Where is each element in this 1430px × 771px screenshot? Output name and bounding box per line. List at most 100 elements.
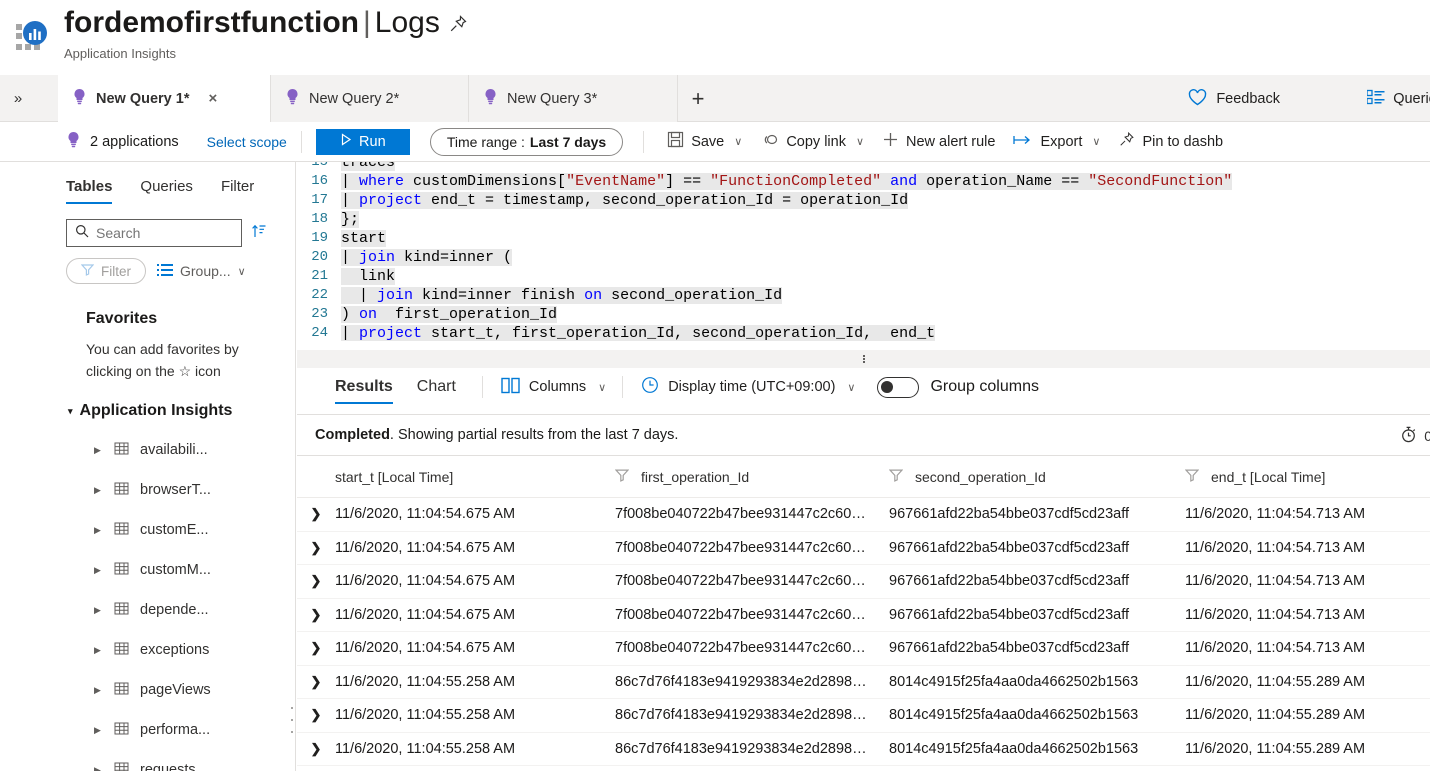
time-range-picker[interactable]: Time range : Last 7 days bbox=[429, 127, 624, 156]
editor-results-splitter[interactable] bbox=[297, 350, 1430, 368]
table-row[interactable]: ❯ 11/6/2020, 11:04:54.675 AM 7f008be0407… bbox=[297, 599, 1430, 632]
cell-end-t: 11/6/2020, 11:04:54.713 AM bbox=[1185, 506, 1366, 523]
chevron-right-icon: ▶ bbox=[94, 764, 101, 771]
new-alert-rule-button[interactable]: New alert rule bbox=[873, 126, 1004, 158]
column-header-label: first_operation_Id bbox=[641, 468, 750, 485]
row-expand-icon[interactable]: ❯ bbox=[297, 506, 335, 522]
cell-second-operation-id: 8014c4915f25fa4aa0da4662502b1563 bbox=[889, 673, 1139, 690]
chevron-right-icon: ▶ bbox=[94, 484, 101, 495]
table-item-requests[interactable]: ▶ requests bbox=[0, 750, 295, 771]
table-row[interactable]: ❯ 11/6/2020, 11:04:55.258 AM 86c7d76f418… bbox=[297, 733, 1430, 766]
column-header-start-t[interactable]: start_t [Local Time] bbox=[335, 469, 615, 485]
query-duration: 0 bbox=[1400, 415, 1430, 457]
cell-first-operation-id: 7f008be040722b47bee931447c2c60… bbox=[615, 539, 866, 556]
row-expand-icon[interactable]: ❯ bbox=[297, 674, 335, 690]
group-columns-control[interactable]: Group columns bbox=[877, 376, 1039, 398]
table-item-custommetrics[interactable]: ▶ customM... bbox=[0, 550, 295, 590]
query-tab-1-close-icon[interactable]: × bbox=[209, 90, 218, 107]
sidebar-tab-queries[interactable]: Queries bbox=[140, 178, 193, 204]
row-expand-icon[interactable]: ❯ bbox=[297, 707, 335, 723]
sidebar-resize-handle[interactable] bbox=[289, 707, 295, 733]
column-header-end-t[interactable]: end_t [Local Time] bbox=[1184, 468, 1425, 485]
table-row[interactable]: ❯ 11/6/2020, 11:04:54.675 AM 7f008be0407… bbox=[297, 532, 1430, 565]
triangle-down-icon: ▾ bbox=[68, 405, 73, 416]
table-row[interactable]: ❯ 11/6/2020, 11:04:54.675 AM 7f008be0407… bbox=[297, 632, 1430, 666]
row-expand-icon[interactable]: ❯ bbox=[297, 573, 335, 589]
pin-to-dashboard-button[interactable]: Pin to dashb bbox=[1109, 126, 1232, 158]
query-tab-2[interactable]: New Query 2* bbox=[271, 75, 469, 122]
chevron-right-icon: ▶ bbox=[94, 604, 101, 615]
scope-selector[interactable]: 2 applications bbox=[66, 131, 179, 152]
search-box[interactable] bbox=[66, 219, 242, 247]
sidebar-tabs: Tables Queries Filter bbox=[0, 162, 295, 204]
export-button[interactable]: Export ∨ bbox=[1004, 126, 1109, 158]
sidebar-tab-filter[interactable]: Filter bbox=[221, 178, 254, 204]
sidebar-tab-tables[interactable]: Tables bbox=[66, 178, 113, 204]
save-button[interactable]: Save ∨ bbox=[658, 126, 751, 158]
table-item-availability[interactable]: ▶ availabili... bbox=[0, 430, 295, 470]
run-button[interactable]: Run bbox=[315, 128, 410, 155]
row-expand-icon[interactable]: ❯ bbox=[297, 540, 335, 556]
code-line-15: 15 traces bbox=[297, 162, 1430, 172]
queries-button[interactable]: Queries bbox=[1366, 87, 1430, 111]
funnel-icon bbox=[80, 263, 95, 279]
save-label: Save bbox=[691, 133, 725, 150]
funnel-icon[interactable] bbox=[614, 468, 630, 485]
group-columns-toggle[interactable] bbox=[877, 376, 920, 398]
display-time-button[interactable]: Display time (UTC+09:00) ∨ bbox=[641, 376, 855, 398]
feedback-label: Feedback bbox=[1216, 91, 1280, 107]
add-query-tab-button[interactable]: + bbox=[678, 75, 718, 122]
cell-second-operation-id: 967661afd22ba54bbe037cdf5cd23aff bbox=[889, 506, 1130, 523]
table-item-performancecounters[interactable]: ▶ performa... bbox=[0, 710, 295, 750]
cell-start-t: 11/6/2020, 11:04:54.675 AM bbox=[335, 573, 516, 590]
column-header-first-operation-id[interactable]: first_operation_Id bbox=[614, 468, 889, 485]
plus-icon bbox=[882, 131, 899, 152]
table-item-pageviews[interactable]: ▶ pageViews bbox=[0, 670, 295, 710]
double-chevron-right-icon[interactable]: » bbox=[8, 89, 28, 109]
columns-label: Columns bbox=[528, 379, 587, 395]
table-row[interactable]: ❯ 11/6/2020, 11:04:54.675 AM 7f008be0407… bbox=[297, 498, 1430, 532]
group-by-button[interactable]: Group... ∨ bbox=[157, 263, 246, 280]
table-row[interactable]: ❯ 11/6/2020, 11:04:55.258 AM 86c7d76f418… bbox=[297, 699, 1430, 733]
table-row[interactable]: ❯ 11/6/2020, 11:04:54.675 AM 7f008be0407… bbox=[297, 565, 1430, 599]
pin-icon[interactable] bbox=[448, 14, 468, 39]
funnel-icon[interactable] bbox=[888, 468, 904, 485]
status-state: Completed bbox=[315, 427, 390, 443]
line-number: 21 bbox=[311, 268, 328, 284]
editor-horizontal-scrollbar[interactable] bbox=[297, 341, 1430, 350]
sort-icon[interactable] bbox=[251, 223, 267, 244]
copy-link-button[interactable]: Copy link ∨ bbox=[751, 126, 873, 158]
toggle-knob bbox=[881, 380, 894, 393]
search-icon bbox=[75, 224, 89, 243]
table-item-exceptions[interactable]: ▶ exceptions bbox=[0, 630, 295, 670]
tab-results[interactable]: Results bbox=[335, 378, 393, 404]
select-scope-link[interactable]: Select scope bbox=[207, 134, 287, 150]
cell-start-t: 11/6/2020, 11:04:54.675 AM bbox=[335, 539, 516, 556]
column-header-second-operation-id[interactable]: second_operation_Id bbox=[888, 468, 1185, 485]
table-item-dependencies[interactable]: ▶ depende... bbox=[0, 590, 295, 630]
query-tab-1[interactable]: New Query 1* × bbox=[58, 75, 271, 122]
table-item-browsertimings[interactable]: ▶ browserT... bbox=[0, 470, 295, 510]
table-group-application-insights[interactable]: ▾ Application Insights bbox=[68, 402, 295, 420]
filter-chip-button[interactable]: Filter bbox=[66, 258, 146, 284]
query-editor[interactable]: 15 traces 16 | where customDimensions["E… bbox=[297, 162, 1430, 350]
tab-chart[interactable]: Chart bbox=[417, 378, 456, 404]
columns-button[interactable]: Columns ∨ bbox=[501, 377, 606, 398]
column-header-label: end_t [Local Time] bbox=[1211, 468, 1326, 485]
funnel-icon[interactable] bbox=[1184, 468, 1200, 485]
row-expand-icon[interactable]: ❯ bbox=[297, 640, 335, 656]
search-input[interactable] bbox=[96, 225, 231, 241]
page-title-block: fordemofirstfunction | Logs Application In… bbox=[64, 2, 440, 61]
code-text: link bbox=[341, 268, 396, 285]
code-text: | where customDimensions["EventName"] ==… bbox=[341, 173, 1233, 190]
export-label: Export bbox=[1040, 133, 1083, 150]
query-tab-3[interactable]: New Query 3* bbox=[469, 75, 678, 122]
cell-second-operation-id: 967661afd22ba54bbe037cdf5cd23aff bbox=[889, 606, 1130, 623]
row-expand-icon[interactable]: ❯ bbox=[297, 741, 335, 757]
chevron-right-icon: ▶ bbox=[94, 644, 101, 655]
row-expand-icon[interactable]: ❯ bbox=[297, 607, 335, 623]
feedback-button[interactable]: Feedback bbox=[1187, 87, 1280, 111]
table-item-customevents[interactable]: ▶ customE... bbox=[0, 510, 295, 550]
table-item-label: customM... bbox=[140, 562, 211, 578]
table-row[interactable]: ❯ 11/6/2020, 11:04:55.258 AM 86c7d76f418… bbox=[297, 666, 1430, 699]
